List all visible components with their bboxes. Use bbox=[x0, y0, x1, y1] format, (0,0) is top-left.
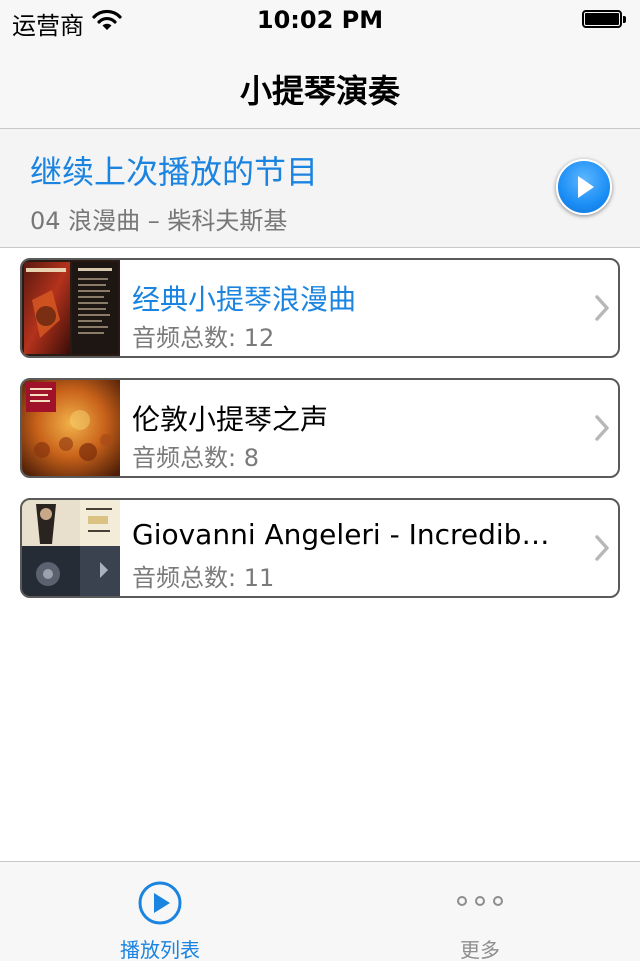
playlist-track-count: 音频总数: 11 bbox=[132, 564, 275, 592]
page-title: 小提琴演奏 bbox=[239, 72, 400, 110]
resume-play-button[interactable] bbox=[556, 159, 612, 215]
album-cover-image bbox=[22, 380, 120, 476]
tab-bar: 播放列表 更多 bbox=[0, 861, 640, 962]
resume-title: 继续上次播放的节目 bbox=[30, 153, 319, 191]
playlist-track-count: 音频总数: 12 bbox=[132, 324, 275, 352]
album-cover-image bbox=[22, 500, 120, 596]
playlist-item[interactable]: Giovanni Angeleri - Incredible Violin 音频… bbox=[20, 498, 620, 598]
tab-more[interactable]: 更多 bbox=[320, 862, 640, 962]
resume-last-played[interactable]: 继续上次播放的节目 04 浪漫曲 – 柴科夫斯基 bbox=[0, 129, 640, 248]
resume-track-info: 04 浪漫曲 – 柴科夫斯基 bbox=[30, 207, 288, 235]
tab-label: 更多 bbox=[460, 938, 500, 962]
battery-icon bbox=[582, 10, 628, 30]
album-cover-image bbox=[22, 260, 120, 356]
playlist-item[interactable]: 经典小提琴浪漫曲 音频总数: 12 bbox=[20, 258, 620, 358]
chevron-right-icon bbox=[595, 295, 609, 321]
chevron-right-icon bbox=[595, 535, 609, 561]
more-dots-icon bbox=[457, 896, 503, 906]
playlist-title: Giovanni Angeleri - Incredible Violin bbox=[132, 518, 552, 551]
status-bar: 运营商 10:02 PM bbox=[0, 0, 640, 40]
tab-label: 播放列表 bbox=[120, 938, 200, 962]
playlist-title: 经典小提琴浪漫曲 bbox=[132, 283, 357, 316]
status-time: 10:02 PM bbox=[256, 6, 384, 34]
playlist-title: 伦敦小提琴之声 bbox=[132, 403, 329, 436]
play-icon bbox=[578, 176, 594, 198]
playlist-track-count: 音频总数: 8 bbox=[132, 444, 259, 472]
chevron-right-icon bbox=[595, 415, 609, 441]
tab-playlist[interactable]: 播放列表 bbox=[0, 862, 320, 962]
play-circle-icon bbox=[138, 881, 182, 925]
navigation-bar: 小提琴演奏 bbox=[0, 40, 640, 129]
playlist-item[interactable]: 伦敦小提琴之声 音频总数: 8 bbox=[20, 378, 620, 478]
